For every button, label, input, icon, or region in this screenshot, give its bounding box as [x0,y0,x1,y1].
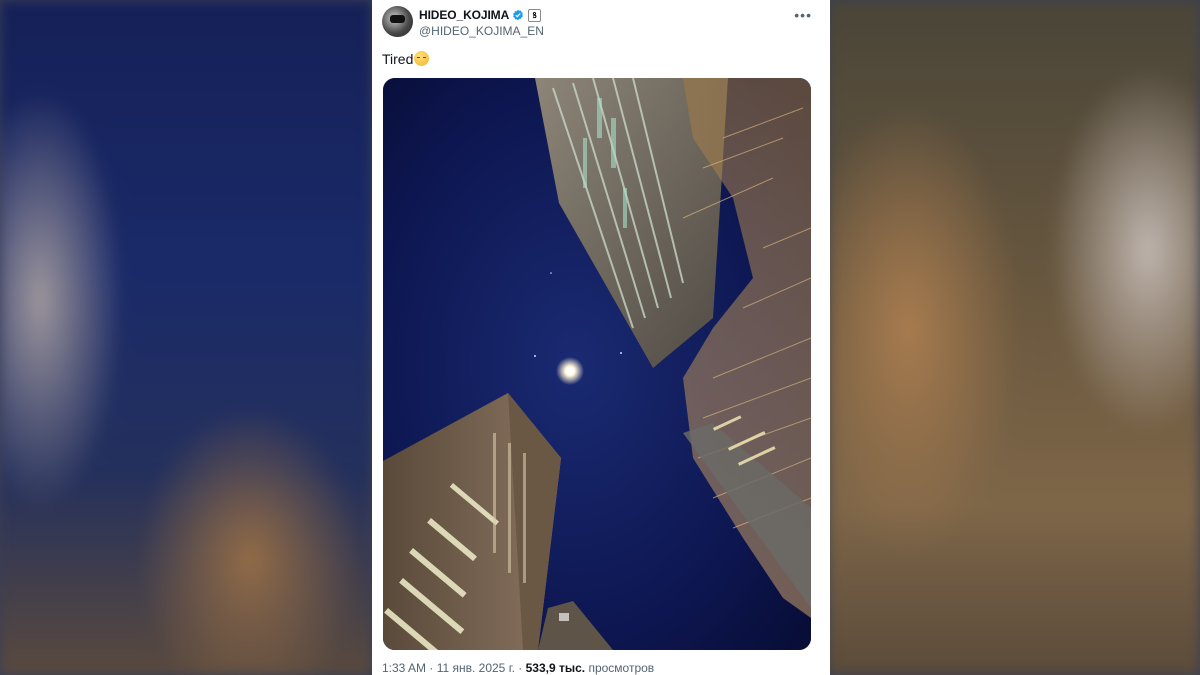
more-options-icon[interactable]: ••• [794,8,812,22]
display-name[interactable]: HIDEO_KOJIMA [419,8,509,22]
affiliation-badge-icon[interactable]: ꝸ [528,8,542,22]
night-skyline-image [383,78,811,650]
author-names: HIDEO_KOJIMA ꝸ @HIDEO_KOJIMA_EN [419,7,544,38]
tweet-time[interactable]: 1:33 AM [382,661,426,675]
display-name-row: HIDEO_KOJIMA ꝸ [419,7,544,23]
backdrop-right [828,0,1200,675]
author-handle[interactable]: @HIDEO_KOJIMA_EN [419,24,544,38]
backdrop-left [0,0,372,675]
meta-separator: · [514,661,526,675]
sleepy-face-emoji [414,51,430,66]
views-label: просмотров [585,661,655,675]
tweet-text-body: Tired [382,51,414,67]
views-count[interactable]: 533,9 тыс. [526,661,586,675]
tweet-date[interactable]: 11 янв. 2025 г. [437,661,515,675]
avatar[interactable] [382,6,413,37]
tweet-card[interactable]: HIDEO_KOJIMA ꝸ @HIDEO_KOJIMA_EN ••• Tire… [372,0,830,675]
meta-separator: · [426,661,437,675]
tweet-header: HIDEO_KOJIMA ꝸ @HIDEO_KOJIMA_EN ••• [382,6,820,40]
tweet-text: Tired [382,51,430,67]
tweet-meta: 1:33 AM · 11 янв. 2025 г. · 533,9 тыс. п… [382,661,654,675]
tweet-photo[interactable] [383,78,811,650]
verified-badge-icon[interactable] [512,9,524,21]
